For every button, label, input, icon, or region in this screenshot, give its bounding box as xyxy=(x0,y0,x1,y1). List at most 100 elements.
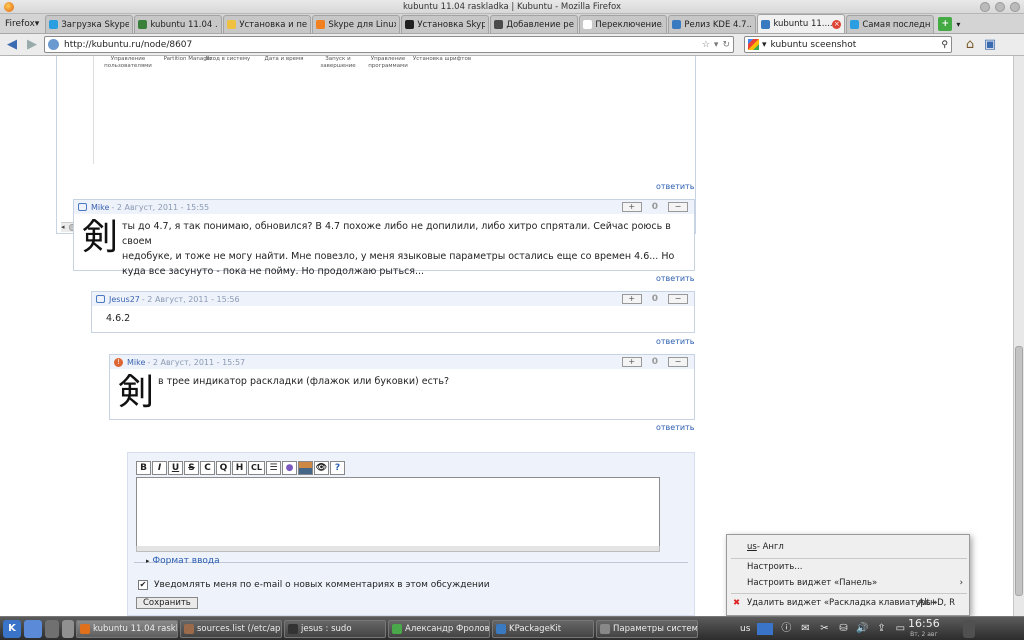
vote-up-button[interactable]: + xyxy=(621,202,642,212)
browser-tab[interactable]: Установка Skyp... xyxy=(401,15,490,33)
vertical-scrollbar[interactable] xyxy=(1013,56,1024,616)
avatar: 剣 xyxy=(118,372,155,413)
code-button[interactable]: C xyxy=(200,461,215,475)
vote-down-button[interactable]: − xyxy=(668,202,688,212)
browser-tab[interactable]: Skype для Linux... xyxy=(312,15,401,33)
url-bar[interactable]: http://kubuntu.ru/node/8607 ☆ ▾ ↻ xyxy=(44,36,734,53)
comment-author[interactable]: Jesus27 xyxy=(109,295,140,304)
spoiler-icon[interactable]: 👁 xyxy=(314,461,329,475)
google-icon[interactable] xyxy=(748,39,759,50)
forward-button[interactable]: ▶ xyxy=(24,37,40,53)
screenshot-icon-label: Вход в систему xyxy=(205,56,251,62)
notify-checkbox[interactable]: ✔ xyxy=(138,580,148,590)
device-notifier-icon[interactable]: ⛁ xyxy=(837,623,849,635)
comment-author[interactable]: Mike xyxy=(91,203,109,212)
menu-item-remove-widget[interactable]: ✖ Удалить виджет «Раскладка клавиатуры» … xyxy=(727,595,969,611)
vote-up-button[interactable]: + xyxy=(621,357,642,367)
comment-bubble-icon xyxy=(96,295,105,303)
search-input[interactable]: kubuntu sceenshot xyxy=(771,40,942,50)
list-icon[interactable]: ☰ xyxy=(266,461,281,475)
quote-button[interactable]: Q xyxy=(216,461,231,475)
browser-tab[interactable]: Релиз KDE 4.7.... xyxy=(668,15,757,33)
image-icon[interactable] xyxy=(298,461,313,475)
italic-button[interactable]: I xyxy=(152,461,167,475)
updates-icon[interactable]: ⇪ xyxy=(875,623,887,635)
triangle-right-icon: ▸ xyxy=(146,557,150,565)
taskbar-task[interactable]: Александр Фролов xyxy=(388,619,490,638)
mail-icon[interactable]: ✉ xyxy=(799,623,811,635)
comment-author[interactable]: Mike xyxy=(127,358,145,367)
search-engine-dropdown-icon[interactable]: ▾ xyxy=(762,40,767,50)
tab-list-icon[interactable]: ▾ xyxy=(956,20,960,29)
browser-tab[interactable]: Загрузка Skype ... xyxy=(45,15,134,33)
reply-link[interactable]: ответить xyxy=(656,182,694,191)
browser-tab[interactable]: Добавление ре... xyxy=(490,15,579,33)
bookmark-star-icon[interactable]: ☆ xyxy=(702,40,710,50)
vertical-scroll-thumb[interactable] xyxy=(1015,346,1023,596)
vote-down-button[interactable]: − xyxy=(668,357,688,367)
notify-label[interactable]: Уведомлять меня по e-mail о новых коммен… xyxy=(154,580,490,590)
menu-item-configure[interactable]: Настроить... xyxy=(727,559,969,575)
new-tab-button[interactable]: + xyxy=(938,17,953,31)
home-button[interactable]: ⌂ xyxy=(962,37,978,53)
pager-icon[interactable] xyxy=(62,619,74,638)
taskbar-task[interactable]: Параметры системы xyxy=(596,619,698,638)
url-text[interactable]: http://kubuntu.ru/node/8607 xyxy=(64,40,698,50)
back-button[interactable]: ◀ xyxy=(4,37,20,53)
browser-tab[interactable]: kubuntu 11.... × xyxy=(757,14,846,33)
search-box[interactable]: ▾ kubuntu sceenshot ⚲ xyxy=(744,36,952,53)
taskbar-task[interactable]: KPackageKit xyxy=(492,619,594,638)
network-icon[interactable] xyxy=(757,623,774,635)
reply-link[interactable]: ответить xyxy=(656,274,694,283)
browser-tab[interactable]: Самая последн... xyxy=(846,15,935,33)
strikethrough-button[interactable]: S xyxy=(184,461,199,475)
browser-tab[interactable]: Установка и пе... xyxy=(223,15,312,33)
taskbar-task[interactable]: sources.list (/etc/ap xyxy=(180,619,282,638)
help-icon[interactable]: ? xyxy=(330,461,345,475)
maximize-icon[interactable] xyxy=(995,2,1005,12)
input-format-toggle[interactable]: ▸ Формат ввода xyxy=(146,556,220,566)
reply-link[interactable]: ответить xyxy=(656,423,694,432)
volume-icon[interactable]: 🔊 xyxy=(856,623,868,635)
cl-button[interactable]: CL xyxy=(248,461,265,475)
bold-button[interactable]: B xyxy=(136,461,151,475)
link-icon[interactable]: ● xyxy=(282,461,297,475)
minimize-icon[interactable] xyxy=(980,2,990,12)
save-button[interactable]: Сохранить xyxy=(136,597,198,609)
close-window-icon[interactable] xyxy=(1010,2,1020,12)
underline-button[interactable]: U xyxy=(168,461,183,475)
reload-icon[interactable]: ↻ xyxy=(722,40,730,50)
task-label: jesus : sudo xyxy=(301,623,352,634)
textarea-resize-grip[interactable] xyxy=(136,546,660,552)
kickoff-menu-icon[interactable]: K xyxy=(3,619,21,638)
reply-link[interactable]: ответить xyxy=(656,337,694,346)
taskbar-task[interactable]: kubuntu 11.04 raskl xyxy=(76,619,178,638)
cashew-icon[interactable] xyxy=(963,620,975,638)
close-tab-icon[interactable]: × xyxy=(832,19,842,29)
page-viewport[interactable]: Управление пользователями Partition Manag… xyxy=(0,56,1013,616)
taskbar-task[interactable]: jesus : sudo xyxy=(284,619,386,638)
battery-icon[interactable]: ▭ xyxy=(894,623,906,635)
addon-icon[interactable]: ▣ xyxy=(982,37,998,53)
comment-textarea[interactable] xyxy=(136,477,660,547)
info-icon[interactable]: ⓘ xyxy=(780,623,792,635)
digital-clock[interactable]: 16:56 Вт, 2 авг xyxy=(908,618,940,640)
browser-tab[interactable]: kubuntu 11.04 ... xyxy=(134,15,223,33)
heading-button[interactable]: H xyxy=(232,461,247,475)
binoculars-icon[interactable]: ⚲ xyxy=(941,40,948,50)
menu-item-layout[interactable]: us - Англ xyxy=(727,539,969,555)
desktop-folder-icon[interactable] xyxy=(24,619,42,638)
browser-tab[interactable]: Переключение... xyxy=(579,15,668,33)
vote-down-button[interactable]: − xyxy=(668,294,688,304)
scroll-left-icon[interactable]: ◂ xyxy=(61,223,65,231)
editor-toolbar: B I U S C Q H CL ☰ ● 👁 ? xyxy=(136,461,345,475)
menu-item-configure-panel[interactable]: Настроить виджет «Панель» › xyxy=(727,575,969,591)
firefox-menu-button[interactable]: Firefox ▾ xyxy=(2,15,42,33)
klipper-icon[interactable]: ✂ xyxy=(818,623,830,635)
show-desktop-icon[interactable] xyxy=(45,619,59,638)
vote-up-button[interactable]: + xyxy=(621,294,642,304)
keyboard-layout-indicator[interactable]: us xyxy=(740,624,750,634)
site-identity-icon[interactable] xyxy=(48,39,59,50)
notify-option[interactable]: ✔ Уведомлять меня по e-mail о новых комм… xyxy=(138,580,490,590)
history-dropdown-icon[interactable]: ▾ xyxy=(714,40,719,50)
